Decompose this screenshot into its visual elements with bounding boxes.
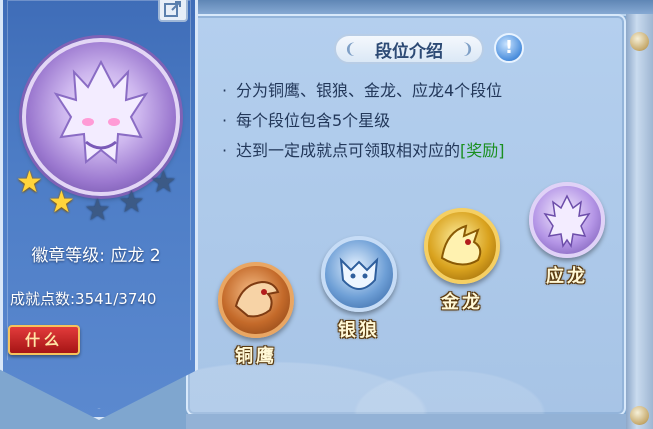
frame-knob-icon [630, 406, 649, 425]
rule-text: 达到一定成就点可领取相对应的 [236, 141, 461, 160]
dragon-icon [424, 208, 500, 284]
panel-title-banner: ❨ 段位介绍 ❩ [334, 34, 484, 64]
winged-dragon-icon [529, 182, 605, 258]
rule-text: 分为铜鹰、银狼、金龙、应龙4个段位 [236, 81, 503, 100]
tier-label: 金龙 [441, 292, 483, 313]
bullet-dot: · [222, 111, 228, 130]
bullet-dot: · [222, 81, 228, 100]
rule-item: · 分为铜鹰、银狼、金龙、应龙4个段位 [222, 76, 505, 106]
right-frame-border [626, 14, 653, 429]
rules-list: · 分为铜鹰、银狼、金龙、应龙4个段位 · 每个段位包含5个星级 · 达到一定成就点可… [222, 76, 505, 166]
badge-level-text: 徽章等级: 应龙 2 [31, 246, 161, 266]
share-button[interactable] [158, 0, 188, 22]
left-swirl-icon: ❨ [344, 40, 357, 58]
tier-purple-winged-dragon[interactable]: 应龙 [527, 182, 607, 288]
frame-knob-icon [630, 32, 649, 51]
bottom-frame-strip [186, 414, 626, 429]
bullet-dot: · [222, 141, 228, 160]
wolf-icon [321, 236, 397, 312]
badge-star-empty: ★ [84, 193, 111, 228]
rule-item: · 每个段位包含5个星级 [222, 106, 505, 136]
right-swirl-icon: ❩ [461, 40, 474, 58]
tier-bronze-eagle[interactable]: 铜鹰 [216, 262, 296, 368]
eagle-icon [218, 262, 294, 338]
badge-star-filled: ★ [48, 185, 75, 220]
tier-label: 银狼 [338, 320, 380, 341]
tier-label: 铜鹰 [235, 346, 277, 367]
badge-star-empty: ★ [150, 165, 177, 200]
what-button[interactable]: 什么 [8, 325, 80, 355]
badge-star-filled: ★ [16, 165, 43, 200]
share-icon [164, 1, 181, 17]
info-exclamation-button[interactable]: ! [494, 33, 524, 63]
achievement-points-text: 成就点数:3541/3740 [10, 290, 157, 308]
badge-star-empty: ★ [118, 185, 145, 220]
tier-gold-dragon[interactable]: 金龙 [422, 208, 502, 314]
tier-label: 应龙 [546, 266, 588, 287]
rule-text: 每个段位包含5个星级 [236, 111, 391, 130]
rule-item: · 达到一定成就点可领取相对应的[奖励] [222, 136, 505, 166]
tier-silver-wolf[interactable]: 银狼 [319, 236, 399, 342]
panel-title: 段位介绍 [375, 41, 443, 62]
reward-link[interactable]: [奖励] [460, 141, 505, 160]
